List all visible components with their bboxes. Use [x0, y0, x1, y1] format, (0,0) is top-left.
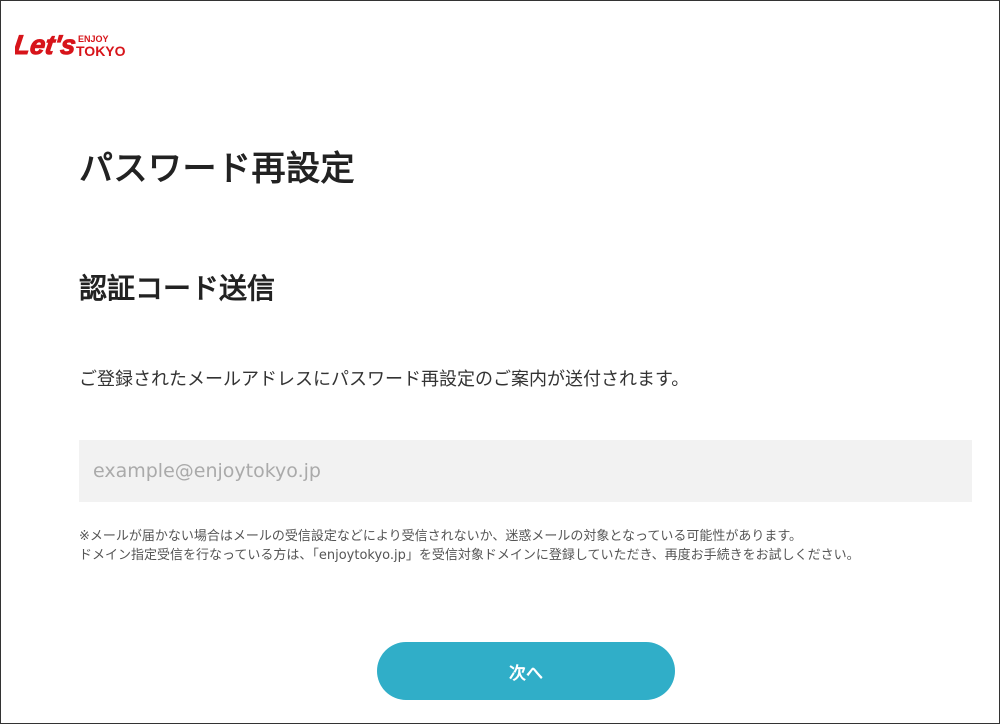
section-title: 認証コード送信: [79, 272, 276, 305]
email-field-container: [79, 440, 972, 502]
logo-lets-text: Let's: [15, 29, 78, 60]
email-input[interactable]: [79, 440, 972, 502]
note-spam-warning: ※メールが届かない場合はメールの受信設定などにより受信されないか、迷惑メールの対…: [79, 529, 803, 544]
notes: ※メールが届かない場合はメールの受信設定などにより受信されないか、迷惑メールの対…: [79, 527, 969, 565]
lets-enjoy-tokyo-logo[interactable]: Let's ENJOY TOKYO: [15, 23, 135, 63]
note-domain-setting: ドメイン指定受信を行なっている方は、「enjoytokyo.jp」を受信対象ドメ…: [79, 548, 860, 563]
logo-tokyo-text: TOKYO: [76, 43, 126, 59]
page-frame: Let's ENJOY TOKYO パスワード再設定 認証コード送信 ご登録され…: [0, 0, 1000, 724]
next-button[interactable]: 次へ: [377, 642, 675, 700]
lead-text: ご登録されたメールアドレスにパスワード再設定のご案内が送付されます。: [79, 369, 690, 390]
page-title: パスワード再設定: [79, 149, 355, 189]
